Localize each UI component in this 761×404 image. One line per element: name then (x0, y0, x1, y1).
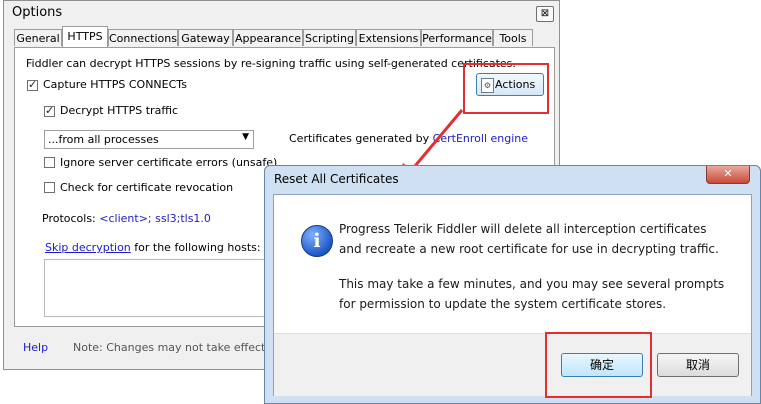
process-filter-value: ...from all processes (48, 133, 159, 146)
dialog-message-line1: Progress Telerik Fiddler will delete all… (339, 222, 707, 236)
tab-gateway[interactable]: Gateway (178, 29, 233, 46)
actions-highlight (463, 63, 549, 114)
help-link[interactable]: Help (23, 341, 48, 354)
protocols-text: Protocols: <client>; ssl3;tls1.0 (42, 212, 211, 225)
skip-decryption-suffix: for the following hosts: (130, 241, 261, 254)
check-revocation-label: Check for certificate revocation (60, 181, 234, 194)
certificates-prefix: Certificates generated by (289, 132, 433, 145)
https-description: Fiddler can decrypt HTTPS sessions by re… (26, 57, 516, 70)
skip-decryption-link[interactable]: Skip decryption (45, 241, 131, 254)
tab-scripting[interactable]: Scripting (303, 29, 356, 46)
dialog-button-bar: 确定 取消 (274, 333, 751, 396)
ok-highlight (545, 332, 652, 398)
ignore-cert-errors-checkbox[interactable] (44, 157, 55, 168)
dialog-title: Reset All Certificates (274, 172, 399, 186)
process-filter-select[interactable]: ...from all processes ▼ (44, 130, 254, 149)
tab-appearance[interactable]: Appearance (233, 29, 303, 46)
protocols-label: Protocols: (42, 212, 100, 225)
capture-https-label: Capture HTTPS CONNECTs (43, 78, 187, 91)
protocols-link[interactable]: <client>; ssl3;tls1.0 (99, 212, 211, 225)
dialog-body: i Progress Telerik Fiddler will delete a… (273, 194, 752, 396)
tab-performance[interactable]: Performance (421, 29, 493, 46)
dialog-message-line2: and recreate a new root certificate for … (339, 242, 719, 256)
skip-decryption-text: Skip decryption for the following hosts: (45, 241, 261, 254)
close-icon[interactable]: ⊠ (536, 6, 554, 22)
changes-note: Note: Changes may not take effect unt (73, 341, 288, 354)
decrypt-https-checkbox[interactable] (44, 104, 55, 117)
tab-extensions[interactable]: Extensions (356, 29, 421, 46)
chevron-down-icon: ▼ (242, 132, 249, 142)
info-icon: i (301, 225, 333, 257)
certificates-generated-text: Certificates generated by CertEnroll eng… (289, 132, 528, 145)
check-revocation-checkbox[interactable] (44, 182, 55, 193)
options-title: Options (12, 5, 63, 20)
decrypt-https-label: Decrypt HTTPS traffic (60, 104, 178, 117)
dialog-message-line3: This may take a few minutes, and you may… (339, 277, 725, 291)
dialog-close-icon[interactable]: ✕ (706, 166, 750, 184)
tab-https[interactable]: HTTPS (62, 26, 108, 47)
dialog-message-line4: for permission to update the system cert… (339, 297, 667, 311)
cancel-button[interactable]: 取消 (657, 353, 739, 377)
reset-certificates-dialog: Reset All Certificates ✕ i Progress Tele… (264, 165, 761, 404)
ignore-cert-errors-label: Ignore server certificate errors (unsafe… (60, 156, 278, 169)
tab-connections[interactable]: Connections (108, 29, 178, 46)
tab-tools[interactable]: Tools (493, 29, 533, 46)
cert-engine-link[interactable]: CertEnroll engine (433, 132, 528, 145)
capture-https-checkbox[interactable] (27, 78, 38, 91)
tab-general[interactable]: General (14, 29, 62, 46)
